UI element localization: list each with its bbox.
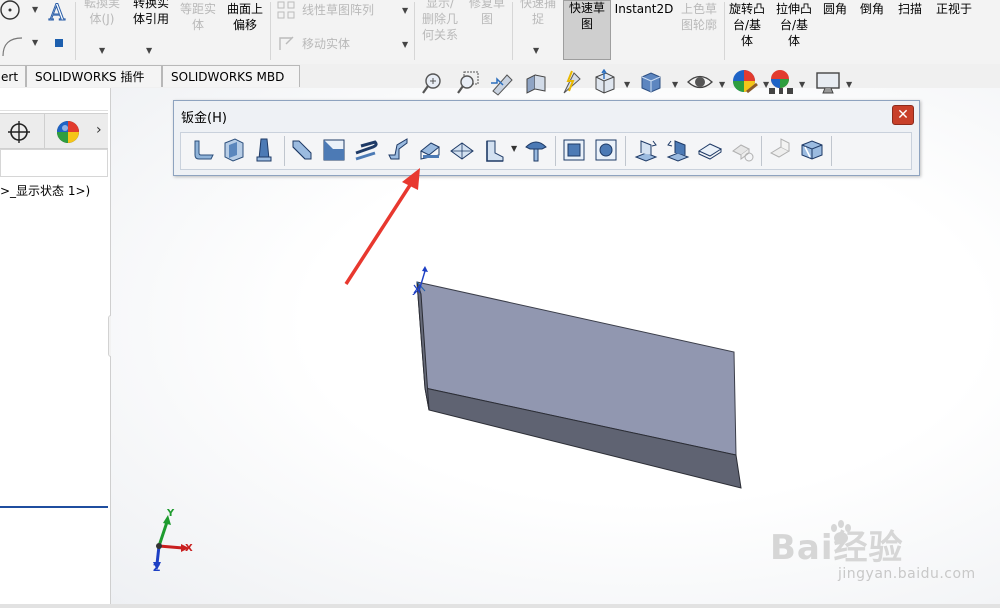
unfold-icon[interactable] bbox=[633, 137, 659, 163]
chevron-right-icon[interactable]: › bbox=[96, 122, 102, 138]
flatten-icon[interactable] bbox=[697, 137, 723, 163]
ribbon-button-sweep[interactable]: 扫描 bbox=[895, 1, 925, 17]
view-orientation-icon[interactable] bbox=[592, 69, 618, 95]
ribbon-button-chamfer[interactable]: 倒角 bbox=[857, 1, 887, 17]
edge-flange-icon[interactable] bbox=[289, 137, 315, 163]
tab-solidworks-addins[interactable]: SOLIDWORKS 插件 bbox=[26, 65, 162, 87]
display-manager-icon[interactable] bbox=[54, 118, 82, 146]
ribbon-button-fillet[interactable]: 圆角 bbox=[820, 1, 850, 17]
zoom-to-fit-icon[interactable] bbox=[422, 71, 446, 97]
base-flange-icon[interactable] bbox=[191, 137, 217, 163]
apply-scene-icon[interactable] bbox=[767, 68, 795, 96]
rip-icon[interactable] bbox=[799, 137, 825, 163]
forming-tool-icon[interactable] bbox=[523, 137, 549, 163]
toolbar-title: 钣金(H) bbox=[181, 111, 227, 126]
rapid-sketch-label: 快速草 图 bbox=[568, 1, 605, 31]
extruded-cut-icon[interactable] bbox=[561, 137, 587, 163]
linear-pattern-icon[interactable] bbox=[276, 0, 298, 20]
watermark-url: jingyan.baidu.com bbox=[838, 566, 976, 582]
chevron-down-icon[interactable]: ▼ bbox=[99, 46, 105, 55]
ribbon-button-move-entities[interactable]: 移动实体 bbox=[302, 36, 362, 52]
point-icon[interactable] bbox=[55, 39, 63, 47]
tab-insert[interactable]: ert bbox=[0, 65, 26, 87]
triad-z-label: Z bbox=[153, 563, 161, 574]
close-icon: ✕ bbox=[897, 107, 909, 123]
ribbon-button-repair-sketch[interactable]: 修复草 图 bbox=[465, 0, 509, 27]
command-manager-ribbon: ▼ A ▼ 転換実 体(J) ▼ 转换实 体引用 ▼ 等距实 体 曲面上 偏移 … bbox=[0, 0, 1000, 65]
tab-solidworks-mbd[interactable]: SOLIDWORKS MBD bbox=[162, 65, 300, 87]
triad-y-label: Y bbox=[167, 508, 175, 519]
dynamic-annotation-icon[interactable] bbox=[558, 69, 586, 97]
sheet-metal-part[interactable] bbox=[401, 258, 771, 498]
feature-manager-panel: › >_显示状态 1>) bbox=[0, 88, 111, 606]
ribbon-button-offset-on-surface[interactable]: 曲面上 偏移 bbox=[222, 1, 268, 33]
panel-header-strip bbox=[0, 92, 108, 111]
chevron-down-icon[interactable]: ▼ bbox=[799, 80, 805, 89]
ribbon-button-rapid-sketch[interactable]: 快速草 图 bbox=[563, 0, 611, 60]
panel-tabs: › bbox=[0, 113, 108, 149]
feature-tree-item[interactable]: >_显示状态 1>) bbox=[0, 182, 90, 199]
sheet-metal-toolbar[interactable]: 钣金(H) ✕ ▼ bbox=[173, 100, 920, 176]
corners-icon[interactable] bbox=[481, 137, 507, 163]
chevron-down-icon[interactable]: ▼ bbox=[402, 40, 408, 49]
circle-icon[interactable] bbox=[0, 0, 28, 26]
previous-view-icon[interactable] bbox=[489, 71, 515, 97]
ribbon-button-instant2d[interactable]: Instant2D bbox=[614, 1, 674, 17]
arc-icon[interactable] bbox=[0, 32, 28, 60]
panel-tab-divider bbox=[44, 114, 45, 148]
simple-hole-icon[interactable] bbox=[593, 137, 619, 163]
feature-filter-input[interactable] bbox=[0, 149, 108, 177]
no-bends-icon[interactable] bbox=[729, 137, 755, 163]
insert-bends-icon[interactable] bbox=[767, 137, 793, 163]
display-style-icon[interactable] bbox=[638, 69, 664, 95]
lofted-bend-icon[interactable] bbox=[251, 137, 277, 163]
ribbon-button-convert-entities[interactable]: 转换实 体引用 bbox=[128, 0, 174, 27]
chevron-down-icon[interactable]: ▼ bbox=[32, 5, 38, 14]
toolbar-icon-row: ▼ bbox=[180, 132, 912, 170]
close-button[interactable]: ✕ bbox=[892, 105, 914, 125]
svg-text:A: A bbox=[48, 1, 66, 26]
ribbon-button-normal-to[interactable]: 正视于 bbox=[932, 1, 976, 17]
dimxpert-manager-icon[interactable] bbox=[6, 119, 32, 145]
ribbon-button-linear-sketch-pattern[interactable]: 线性草图阵列 bbox=[302, 2, 392, 18]
chevron-down-icon[interactable]: ▼ bbox=[402, 6, 408, 15]
view-settings-monitor-icon[interactable] bbox=[815, 71, 841, 95]
ribbon-button-revolved-boss[interactable]: 旋转凸 台/基 体 bbox=[724, 1, 770, 49]
zoom-to-area-icon[interactable] bbox=[456, 71, 480, 97]
annotation-arrow bbox=[344, 168, 420, 285]
chevron-down-icon[interactable]: ▼ bbox=[719, 80, 725, 89]
chevron-down-icon[interactable]: ▼ bbox=[624, 80, 630, 89]
ribbon-button-transform[interactable]: 転換実 体(J) bbox=[82, 0, 122, 27]
move-entities-icon[interactable] bbox=[276, 32, 298, 54]
chevron-down-icon[interactable]: ▼ bbox=[846, 80, 852, 89]
triad-x-label: X bbox=[185, 543, 193, 554]
chevron-down-icon[interactable]: ▼ bbox=[146, 46, 152, 55]
ribbon-button-extruded-boss[interactable]: 拉伸凸 台/基 体 bbox=[771, 1, 817, 49]
chevron-down-icon[interactable]: ▼ bbox=[32, 38, 38, 47]
ribbon-button-quick-snaps[interactable]: 快速捕 捉 bbox=[516, 0, 560, 27]
tree-separator bbox=[0, 506, 108, 508]
ribbon-button-shaded-sketch-contours[interactable]: 上色草 图轮廓 bbox=[676, 1, 722, 33]
hide-show-items-icon[interactable] bbox=[686, 71, 714, 93]
chevron-down-icon[interactable]: ▼ bbox=[511, 144, 517, 153]
cross-break-icon[interactable] bbox=[449, 137, 475, 163]
watermark-brand: Bai经验 bbox=[770, 528, 904, 568]
edit-appearance-icon[interactable] bbox=[731, 68, 759, 96]
text-icon[interactable]: A bbox=[46, 0, 74, 27]
baidu-watermark: Bai经验 jingyan.baidu.com bbox=[768, 518, 998, 608]
fold-icon[interactable] bbox=[665, 137, 691, 163]
ribbon-button-display-delete-relations[interactable]: 显示/ 删除几 何关系 bbox=[418, 0, 462, 43]
section-view-icon[interactable] bbox=[523, 71, 549, 97]
chevron-down-icon[interactable]: ▼ bbox=[533, 46, 539, 55]
convert-to-sheet-metal-icon[interactable] bbox=[221, 137, 247, 163]
chevron-down-icon[interactable]: ▼ bbox=[672, 80, 678, 89]
ribbon-button-offset-entities[interactable]: 等距实 体 bbox=[176, 1, 220, 33]
